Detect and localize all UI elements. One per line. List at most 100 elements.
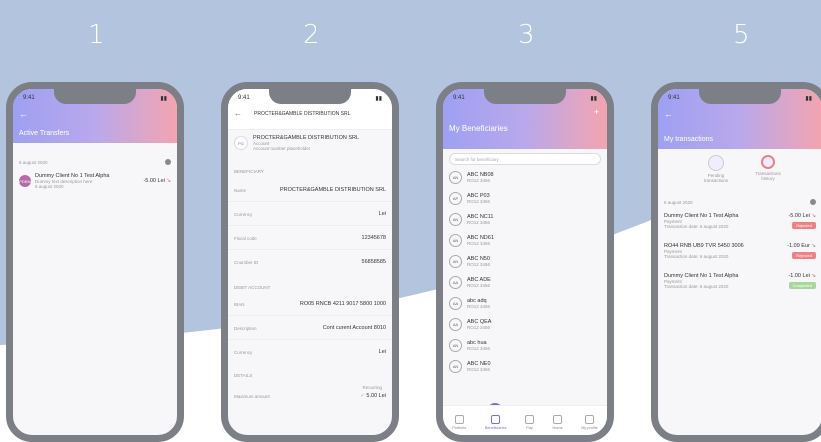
beneficiary-sub: RO12 3456 xyxy=(467,241,491,246)
beneficiary-item[interactable]: AA abc adq RO12 3456 xyxy=(449,297,601,310)
detail-row: Maximum amount ✓ 5.00 Lei xyxy=(234,393,386,399)
beneficiary-item[interactable]: AN ABC NE0 RO12 3456 xyxy=(449,360,601,373)
beneficiary-sub: RO12 3456 xyxy=(467,262,491,267)
beneficiary-initials: AA xyxy=(449,297,462,310)
beneficiary-sub: RO12 3456 xyxy=(467,199,491,204)
beneficiary-item[interactable]: AA ABC QEA RO12 3456 xyxy=(449,318,601,331)
section-date: 6 august 2020 xyxy=(19,159,48,165)
status-time: 9:41 xyxy=(238,95,250,101)
beneficiary-sub: RO12 3456 xyxy=(467,346,491,351)
beneficiary-sub: RO12 3456 xyxy=(467,220,491,225)
transfer-item[interactable]: PDEM Dummy Client No 1 Test Alpha Dummy … xyxy=(19,173,171,189)
page-title: My Beneficiaries xyxy=(449,124,508,133)
transaction-amount: -1.00 Lei ↘ xyxy=(788,273,816,279)
tab-bar: Portfolio Beneficiaries Pay Home My prof… xyxy=(443,405,607,435)
step-number-1: 1 xyxy=(88,20,105,50)
transaction-date: Transaction date: 6 august 2020 xyxy=(664,284,729,289)
status-time: 9:41 xyxy=(453,95,465,101)
check-icon: ✓ xyxy=(360,393,365,399)
back-arrow-icon[interactable]: ← xyxy=(664,109,673,119)
tab-my-profile[interactable]: My profile xyxy=(581,415,598,430)
info-icon[interactable] xyxy=(165,159,171,165)
detail-row: Description Cont curent Account 8010 xyxy=(234,325,386,331)
transaction-date: Transaction date: 6 august 2020 xyxy=(664,224,729,229)
phone-active-transfers: 9:41 ▮▮ ← Active Transfers 6 august 2020 … xyxy=(6,82,184,442)
detail-row: Fiscal code 12345678 xyxy=(234,235,386,241)
page-title: My transactions xyxy=(664,136,714,143)
back-arrow-icon[interactable]: ← xyxy=(234,109,242,118)
phone-transactions: 9:41 ▮▮ ← My transactions Pending transac… xyxy=(651,82,821,442)
transaction-amount: -1.09 Eur ↘ xyxy=(787,243,816,249)
phone-beneficiaries: 9:41 ▮▮ + My Beneficiaries Search for ben… xyxy=(436,82,614,442)
transfer-date: 6 august 2020 xyxy=(35,184,64,189)
phone-notch xyxy=(269,89,351,104)
beneficiary-item[interactable]: AN ABC NC11 RO12 3456 xyxy=(449,213,601,226)
arrow-down-icon: ↘ xyxy=(811,273,816,279)
beneficiary-item[interactable]: AN ABC NB08 RO12 3456 xyxy=(449,171,601,184)
detail-row: IBAN RO05 RNCB 4211 9017 5800 1000 xyxy=(234,301,386,307)
beneficiary-sub: RO12 3456 xyxy=(467,367,491,372)
arrow-down-icon: ↘ xyxy=(166,178,171,184)
tab-pay[interactable]: Pay xyxy=(525,415,535,430)
beneficiary-initials: AN xyxy=(449,339,462,352)
recurring-label: Recurring xyxy=(362,385,382,390)
phone-notch xyxy=(484,89,566,104)
info-icon[interactable] xyxy=(810,199,816,205)
detail-row: Name PROCTER&GAMBLE DISTRIBUTION SRL xyxy=(234,187,386,193)
phone-notch xyxy=(699,89,781,104)
transfer-amount: -5.00 Lei ↘ xyxy=(143,178,171,184)
back-arrow-icon[interactable]: ← xyxy=(19,109,28,119)
section-beneficiary: BENEFICIARY xyxy=(234,169,264,174)
transaction-item[interactable]: Dummy Client No 1 Test Alpha Payment Trans… xyxy=(664,273,816,289)
transaction-item[interactable]: Dummy Client No 1 Test Alpha Payment Trans… xyxy=(664,213,816,229)
status-time: 9:41 xyxy=(23,95,35,101)
beneficiary-sub: RO12 3456 xyxy=(467,325,491,330)
status-badge: Rejected xyxy=(792,222,816,229)
phone-beneficiary-details: 9:41 ▮▮ ← PROCTER&GAMBLE DISTRIBUTION SRL… xyxy=(221,82,399,442)
beneficiary-item[interactable]: AN abc hua RO12 3456 xyxy=(449,339,601,352)
step-number-3: 3 xyxy=(518,20,535,50)
beneficiary-initials: AN xyxy=(449,171,462,184)
battery-icon: ▮▮ xyxy=(160,96,167,102)
avatar: PDEM xyxy=(19,175,31,187)
beneficiary-initials: AN xyxy=(449,213,462,226)
transaction-item[interactable]: RO44 RNB UB9 TVR 5450 3006 Payment Transac… xyxy=(664,243,816,259)
transaction-date: Transaction date: 6 august 2020 xyxy=(664,254,729,259)
tab-beneficiaries[interactable]: Beneficiaries xyxy=(485,415,506,430)
avatar: PG xyxy=(234,136,248,150)
beneficiary-initials: AN xyxy=(449,234,462,247)
page-title: Active Transfers xyxy=(19,130,70,137)
beneficiary-item[interactable]: AN ABC N50 RO12 3456 xyxy=(449,255,601,268)
status-badge: Rejected xyxy=(792,252,816,259)
detail-row: Currency Lei xyxy=(234,349,386,355)
pending-transactions-toggle[interactable]: Pending transactions xyxy=(698,155,734,183)
beneficiary-item[interactable]: AN ABC ND61 RO12 3456 xyxy=(449,234,601,247)
beneficiary-sub: RO12 3456 xyxy=(467,178,491,183)
card-sub2: Account number placeholder xyxy=(253,146,311,151)
detail-row: Currency Lei xyxy=(234,211,386,217)
battery-icon: ▮▮ xyxy=(590,96,597,102)
beneficiary-sub: RO12 3456 xyxy=(467,283,491,288)
step-number-5: 5 xyxy=(733,20,750,50)
section-date: 6 august 2020 xyxy=(664,199,693,205)
battery-icon: ▮▮ xyxy=(805,96,812,102)
tab-portfolio[interactable]: Portfolio xyxy=(452,415,466,430)
transactions-history-toggle[interactable]: Transactions history xyxy=(750,155,786,183)
beneficiary-item[interactable]: AP ABC P03 RO12 3456 xyxy=(449,192,601,205)
add-icon[interactable]: + xyxy=(594,107,599,117)
arrow-down-icon: ↘ xyxy=(811,213,816,219)
beneficiary-initials: AA xyxy=(449,276,462,289)
detail-row: Cnumber ID 56858585 xyxy=(234,259,386,265)
status-time: 9:41 xyxy=(668,95,680,101)
beneficiary-item[interactable]: AA ABC ADE RO12 3456 xyxy=(449,276,601,289)
beneficiary-initials: AN xyxy=(449,360,462,373)
page-title: PROCTER&GAMBLE DISTRIBUTION SRL xyxy=(254,111,351,117)
beneficiary-initials: AA xyxy=(449,318,462,331)
status-badge: Completed xyxy=(788,282,816,289)
beneficiary-initials: AN xyxy=(449,255,462,268)
beneficiary-sub: RO12 3456 xyxy=(467,304,491,309)
battery-icon: ▮▮ xyxy=(375,96,382,102)
section-details: DETAILS xyxy=(234,373,253,378)
tab-home[interactable]: Home xyxy=(553,415,563,430)
search-input[interactable]: Search for beneficiary xyxy=(449,153,601,165)
